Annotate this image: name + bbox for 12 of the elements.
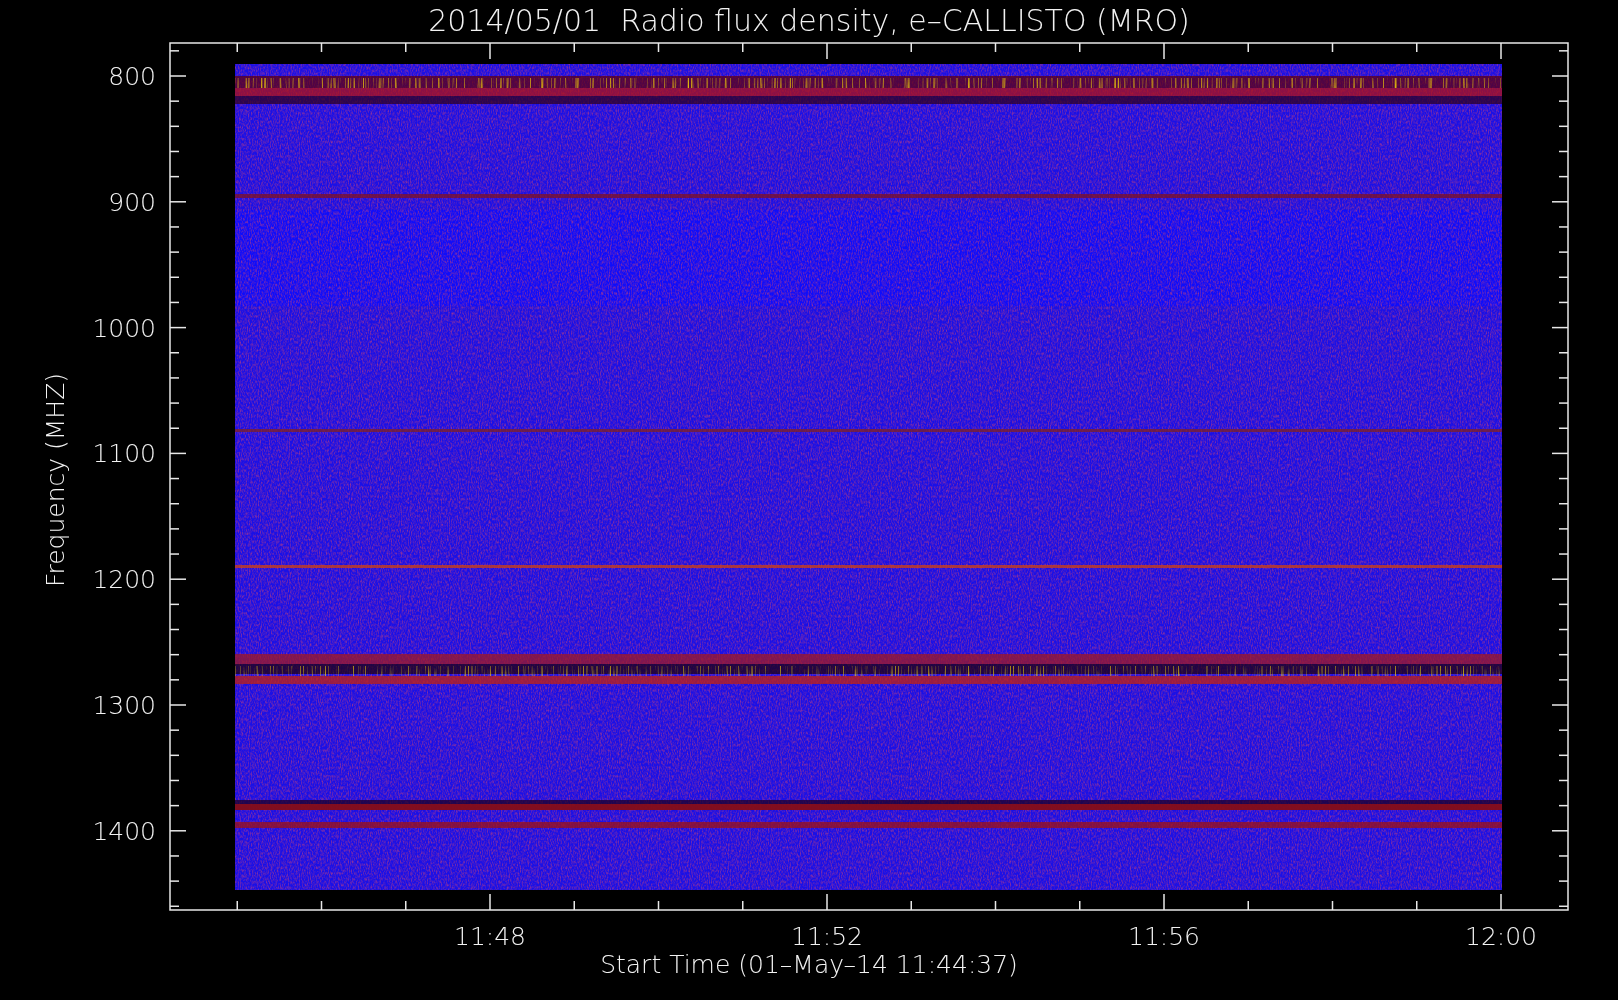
x-tick-label: 11:48 [454,924,526,949]
chart-title: 2014/05/01 Radio flux density, e–CALLISTO (MRO) [427,6,1191,36]
y-tick-label: 900 [107,189,156,215]
x-axis-label: Start Time (01–May–14 11:44:37) [599,952,1019,977]
y-tick-label: 1300 [91,693,156,718]
y-tick-label: 1000 [91,315,156,341]
x-tick-label: 11:56 [1128,924,1200,949]
y-tick-label: 1400 [91,818,156,844]
x-tick-label: 12:00 [1465,924,1537,949]
y-tick-label: 800 [107,64,156,89]
x-tick-label: 11:52 [791,924,863,949]
y-axis-label: Frequency (MHZ) [42,372,68,588]
